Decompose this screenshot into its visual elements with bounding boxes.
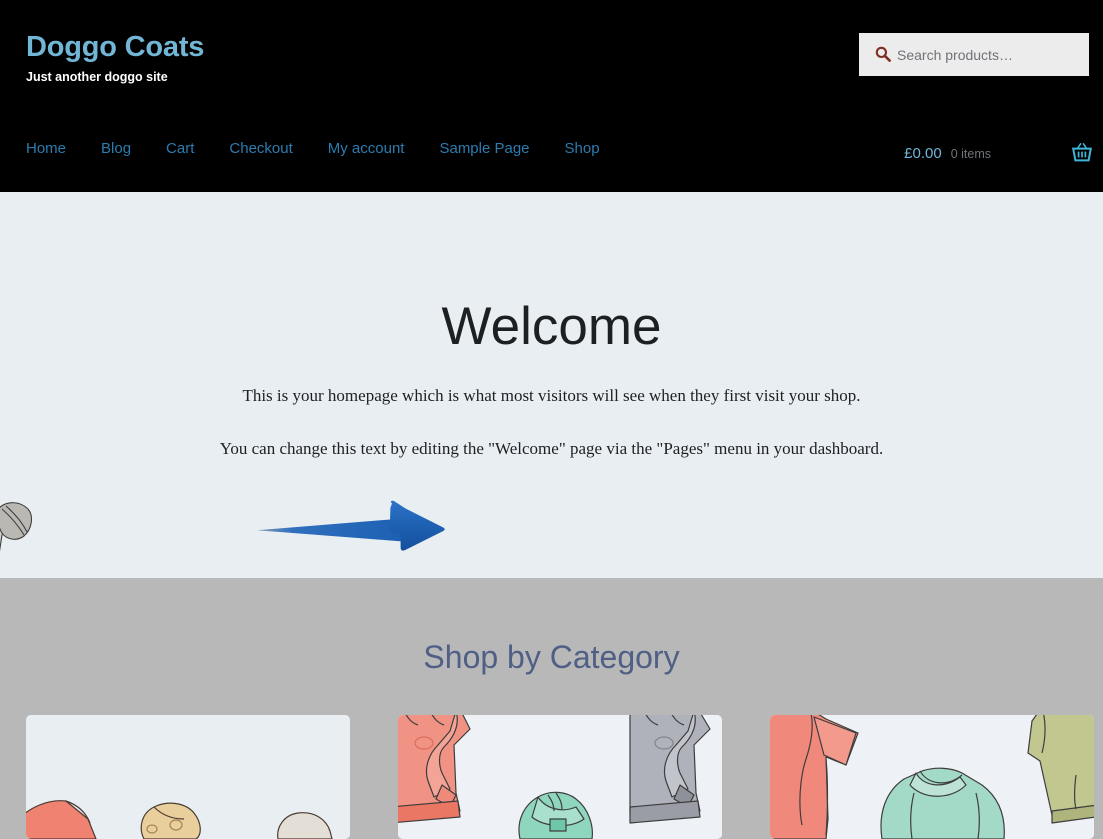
- category-card-3-image: [770, 715, 1094, 839]
- search-field-wrapper[interactable]: [859, 33, 1089, 76]
- search-icon: [875, 46, 891, 62]
- category-card-2[interactable]: [398, 715, 722, 839]
- category-card-grid: [26, 715, 1101, 839]
- annotation-arrow-icon: [255, 497, 447, 559]
- cart-summary[interactable]: £0.00 0 items: [904, 140, 1093, 166]
- site-title[interactable]: Doggo Coats: [26, 31, 204, 64]
- nav-item-checkout[interactable]: Checkout: [229, 140, 292, 158]
- primary-navigation[interactable]: Home Blog Cart Checkout My account Sampl…: [26, 140, 600, 158]
- category-card-1-image: [26, 715, 350, 839]
- page-content: Welcome This is your homepage which is w…: [0, 192, 1103, 578]
- cut-off-grey-hooded-garment-illustration: [0, 489, 72, 578]
- nav-item-my-account[interactable]: My account: [328, 140, 405, 158]
- category-card-3[interactable]: [770, 715, 1094, 839]
- section-heading: Shop by Category: [423, 639, 680, 675]
- nav-item-blog[interactable]: Blog: [101, 140, 131, 158]
- site-tagline: Just another doggo site: [26, 69, 168, 84]
- cart-summary-link[interactable]: £0.00 0 items: [904, 145, 991, 162]
- brand-block: Doggo Coats Just another doggo site: [26, 31, 204, 85]
- nav-item-cart[interactable]: Cart: [166, 140, 194, 158]
- shop-by-category-section: Shop by Category: [0, 578, 1103, 839]
- site-header: Doggo Coats Just another doggo site Home…: [0, 0, 1103, 192]
- category-card-1[interactable]: [26, 715, 350, 839]
- category-card-2-image: [398, 715, 722, 839]
- search-input[interactable]: [895, 33, 1081, 76]
- nav-item-home[interactable]: Home: [26, 140, 66, 158]
- cart-item-count: 0 items: [950, 146, 991, 161]
- nav-item-sample-page[interactable]: Sample Page: [439, 140, 529, 158]
- product-search-form[interactable]: [859, 33, 1089, 76]
- shopping-basket-icon[interactable]: [1071, 142, 1093, 164]
- hero-paragraph-2: You can change this text by editing the …: [219, 439, 884, 458]
- cart-total: £0.00: [904, 144, 942, 162]
- hero-paragraph-1: This is your homepage which is what most…: [242, 386, 861, 405]
- nav-item-shop[interactable]: Shop: [565, 140, 600, 158]
- page-title: Welcome: [441, 297, 662, 356]
